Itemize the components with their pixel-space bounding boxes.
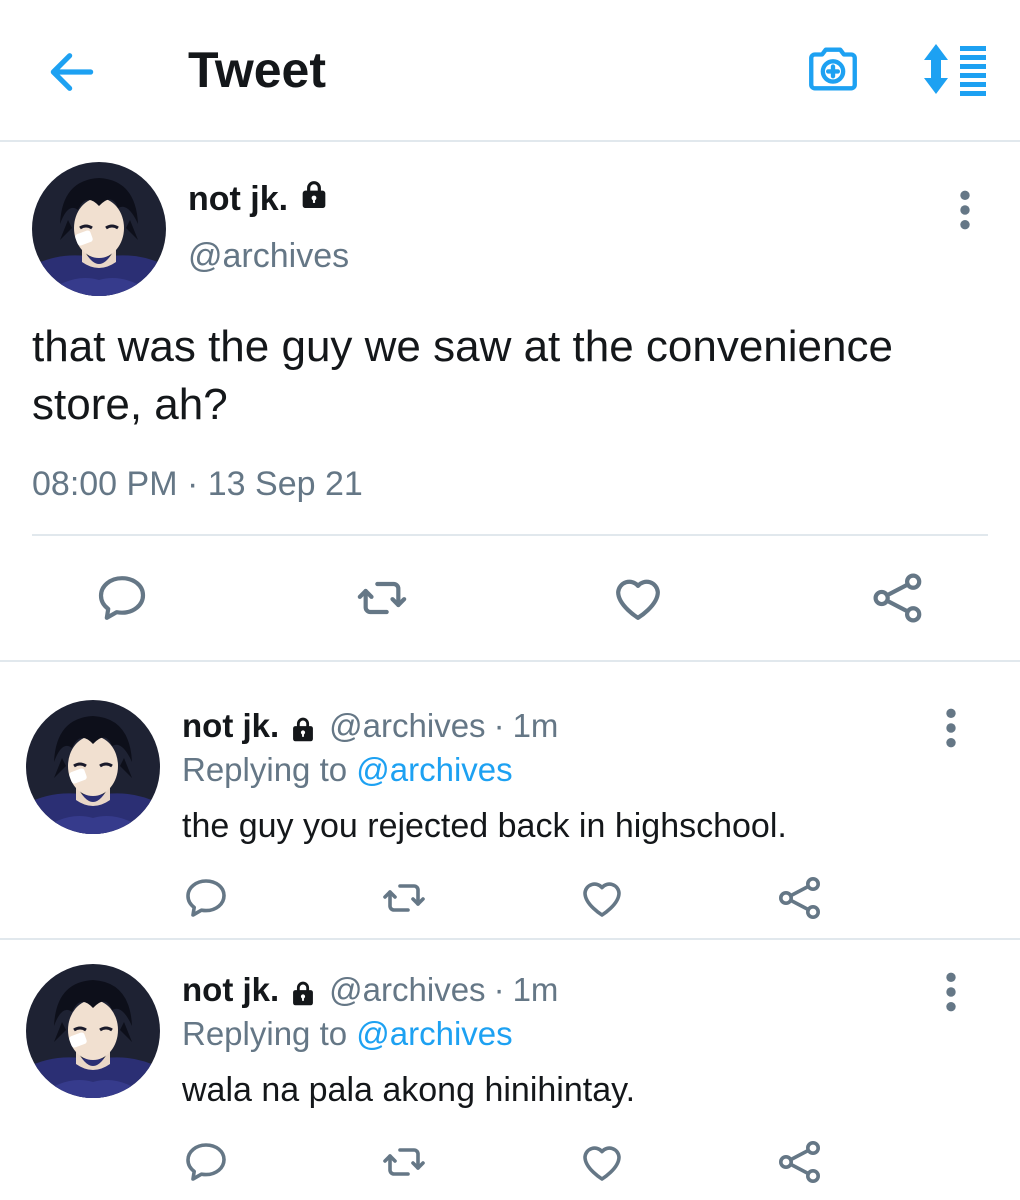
tweet-time: 08:00 PM — [32, 465, 178, 503]
replying-to-link[interactable]: @archives — [356, 1015, 512, 1052]
retweet-icon[interactable] — [354, 570, 410, 626]
share-icon[interactable] — [870, 570, 926, 626]
meta-separator: · — [186, 465, 199, 503]
avatar[interactable] — [32, 162, 166, 296]
author-handle[interactable]: @archives — [329, 706, 485, 746]
replying-to: Replying to @archives — [182, 750, 513, 790]
back-arrow-icon[interactable] — [44, 44, 100, 100]
author-handle[interactable]: @archives — [329, 970, 485, 1010]
reply-header: not jk. @archives · 1m — [182, 706, 558, 746]
more-options-icon[interactable] — [936, 970, 966, 1014]
more-options-icon[interactable] — [950, 188, 980, 232]
tweet-text: that was the guy we saw at the convenien… — [32, 322, 893, 429]
reply-header: not jk. @archives · 1m — [182, 970, 558, 1010]
avatar[interactable] — [26, 964, 160, 1098]
reply-time: 1m — [512, 971, 559, 1008]
replying-to: Replying to @archives — [182, 1014, 513, 1054]
reply-icon[interactable] — [94, 570, 150, 626]
like-icon[interactable] — [578, 874, 626, 922]
lock-icon — [298, 178, 330, 219]
author-name[interactable]: not jk. — [182, 970, 279, 1010]
reply-actions — [0, 1138, 1020, 1194]
tweet-timestamp: 08:00 PM · 13 Sep 21 — [32, 464, 363, 504]
meta-separator: · — [493, 707, 505, 744]
retweet-icon[interactable] — [380, 1138, 428, 1186]
author-name-row: not jk. — [188, 178, 330, 219]
reply-icon[interactable] — [182, 874, 230, 922]
share-icon[interactable] — [776, 874, 824, 922]
reply-icon[interactable] — [182, 1138, 230, 1186]
lock-icon — [289, 976, 317, 1004]
retweet-icon[interactable] — [380, 874, 428, 922]
reply-text: the guy you rejected back in highschool. — [182, 807, 787, 845]
sort-list-icon[interactable] — [920, 40, 990, 98]
reply-text: wala na pala akong hinihintay. — [182, 1071, 636, 1109]
meta-separator: · — [493, 971, 505, 1008]
page-title: Tweet — [188, 42, 326, 98]
more-options-icon[interactable] — [936, 706, 966, 750]
reply-tweet[interactable]: not jk. @archives · 1m Replying to @arch… — [0, 926, 1020, 1188]
author-handle[interactable]: @archives — [188, 236, 349, 276]
divider — [32, 534, 988, 536]
replying-to-link[interactable]: @archives — [356, 751, 512, 788]
reply-time: 1m — [512, 707, 559, 744]
main-tweet: not jk. @archives that was the guy we sa… — [0, 144, 1020, 660]
share-icon[interactable] — [776, 1138, 824, 1186]
tweet-date: 13 Sep 21 — [207, 465, 363, 503]
author-name[interactable]: not jk. — [182, 706, 279, 746]
replying-prefix: Replying to — [182, 1015, 357, 1052]
lock-icon — [289, 712, 317, 740]
avatar[interactable] — [26, 700, 160, 834]
like-icon[interactable] — [578, 1138, 626, 1186]
like-icon[interactable] — [610, 570, 666, 626]
camera-plus-icon[interactable] — [804, 40, 862, 98]
reply-tweet[interactable]: not jk. @archives · 1m Replying to @arch… — [0, 662, 1020, 924]
replying-prefix: Replying to — [182, 751, 357, 788]
reply-actions — [0, 874, 1020, 930]
tweet-actions — [0, 562, 1020, 632]
author-name[interactable]: not jk. — [188, 179, 288, 219]
top-bar: Tweet — [0, 0, 1020, 142]
